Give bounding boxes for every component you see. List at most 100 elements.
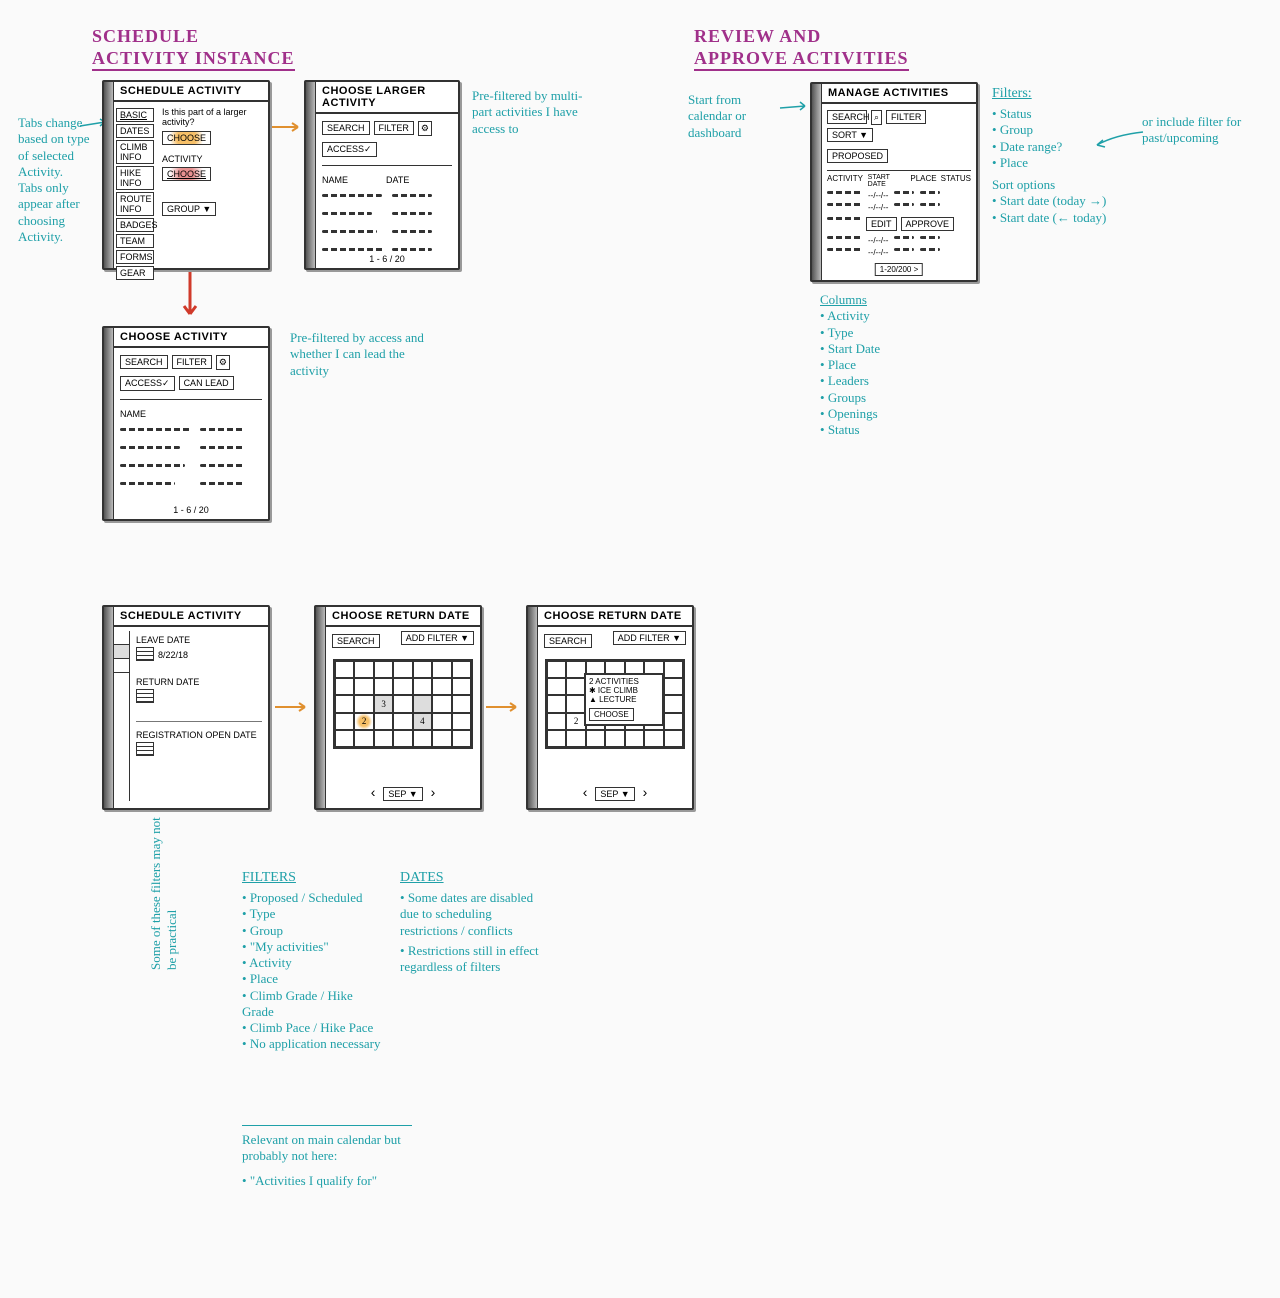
wf-title: SCHEDULE ACTIVITY — [114, 607, 268, 627]
col-item: • Activity — [820, 308, 970, 324]
edit-button[interactable]: EDIT — [866, 217, 897, 231]
return-calendar-icon[interactable] — [136, 689, 154, 703]
settings-icon[interactable]: ⚙ — [418, 121, 432, 136]
wireframe-choose-activity: CHOOSE ACTIVITY SEARCH FILTER ⚙ ACCESS✓ … — [102, 326, 270, 521]
tab-forms[interactable]: FORMS — [116, 250, 154, 264]
choose-activity-button[interactable]: CHOOSE — [162, 167, 211, 181]
cal-day-selected[interactable]: 2 — [354, 713, 373, 730]
approve-button[interactable]: APPROVE — [901, 217, 955, 231]
search-input[interactable]: SEARCH — [322, 121, 370, 135]
settings-icon[interactable]: ⚙ — [216, 355, 230, 370]
search-input[interactable]: SEARCH — [544, 634, 592, 648]
columns-heading: Columns — [820, 292, 970, 308]
prompt-text: Is this part of a larger activity? — [162, 108, 264, 128]
access-chip[interactable]: ACCESS✓ — [322, 142, 377, 157]
search-icon[interactable]: ⌕ — [871, 110, 882, 125]
filter-item: • Place — [992, 155, 1142, 171]
arrow-to-return-date-1 — [275, 700, 310, 715]
next-month-button[interactable]: › — [427, 783, 440, 801]
add-filter-button[interactable]: ADD FILTER ▼ — [401, 631, 474, 645]
arrow-include-filter — [1095, 130, 1145, 150]
calendar-icon[interactable] — [136, 647, 154, 661]
filter-button[interactable]: FILTER — [886, 110, 926, 124]
add-filter-button[interactable]: ADD FILTER ▼ — [613, 631, 686, 645]
list-item: • Activity — [242, 955, 382, 971]
group-dropdown[interactable]: GROUP ▼ — [162, 202, 216, 216]
reg-date-label: REGISTRATION OPEN DATE — [136, 730, 262, 740]
popup-line: ✱ ICE CLIMB — [589, 686, 659, 695]
col-name: NAME — [322, 175, 382, 185]
can-lead-chip[interactable]: CAN LEAD — [179, 376, 234, 390]
col-item: • Place — [820, 357, 970, 373]
tab-route-info[interactable]: ROUTE INFO — [116, 192, 154, 216]
filter-button[interactable]: FILTER — [172, 355, 212, 369]
tab-dates[interactable]: DATES — [116, 124, 154, 138]
wf-title: CHOOSE ACTIVITY — [114, 328, 268, 348]
calendar-grid[interactable]: 3 24 — [333, 659, 473, 749]
tab-basic[interactable]: BASIC — [116, 108, 154, 122]
list-item: • Restrictions still in effect regardles… — [400, 943, 550, 976]
wf-title: SCHEDULE ACTIVITY — [114, 82, 268, 102]
list-item: • Group — [242, 923, 382, 939]
list-item: • Some dates are disabled due to schedul… — [400, 890, 550, 939]
col-item: • Status — [820, 422, 970, 438]
prev-month-button[interactable]: ‹ — [367, 783, 380, 801]
col-item: • Openings — [820, 406, 970, 422]
note-choose-activity: Pre-filtered by access and whether I can… — [290, 330, 430, 379]
col-activity: ACTIVITY — [827, 174, 864, 188]
choose-larger-button[interactable]: CHOOSE — [162, 131, 211, 145]
arrow-start-from — [780, 100, 810, 115]
activities-popup: 2 ACTIVITIES ✱ ICE CLIMB ▲ LECTURE CHOOS… — [584, 673, 664, 726]
table-row[interactable]: --/--/-- — [827, 236, 971, 245]
tab-badges[interactable]: BADGES — [116, 218, 154, 232]
note-tabs: Tabs change based on type of selected Ac… — [18, 115, 93, 245]
col-item: • Type — [820, 325, 970, 341]
wf-title: MANAGE ACTIVITIES — [822, 84, 976, 104]
heading-review: REVIEW AND APPROVE ACTIVITIES — [694, 26, 909, 71]
tab-team[interactable]: TEAM — [116, 234, 154, 248]
table-row[interactable]: --/--/-- — [827, 203, 971, 212]
table-row[interactable]: --/--/-- — [827, 248, 971, 257]
month-dropdown[interactable]: SEP ▼ — [383, 787, 422, 801]
proposed-chip[interactable]: PROPOSED — [827, 149, 888, 163]
sort-item: • Start date (today →) — [992, 193, 1142, 209]
tab-hike-info[interactable]: HIKE INFO — [116, 166, 154, 190]
tab-climb-info[interactable]: CLIMB INFO — [116, 140, 154, 164]
filter-button[interactable]: FILTER — [374, 121, 414, 135]
arrow-to-return-date-2 — [486, 700, 521, 715]
pager[interactable]: 1 - 6 / 20 — [316, 254, 458, 264]
month-dropdown[interactable]: SEP ▼ — [595, 787, 634, 801]
popup-line: 2 ACTIVITIES — [589, 677, 659, 686]
cal-day[interactable]: 2 — [566, 713, 585, 730]
tab-gear[interactable]: GEAR — [116, 266, 154, 280]
pager[interactable]: 1 - 6 / 20 — [114, 505, 268, 515]
leave-date-value: 8/22/18 — [158, 650, 188, 660]
col-status: STATUS — [941, 174, 971, 188]
heading-schedule: SCHEDULE ACTIVITY INSTANCE — [92, 26, 295, 71]
search-input[interactable]: SEARCH — [332, 634, 380, 648]
col-item: • Groups — [820, 390, 970, 406]
search-input[interactable]: SEARCH — [120, 355, 168, 369]
prev-month-button[interactable]: ‹ — [579, 783, 592, 801]
choose-button[interactable]: CHOOSE — [589, 708, 634, 721]
leave-date-label: LEAVE DATE — [136, 635, 262, 645]
next-month-button[interactable]: › — [639, 783, 652, 801]
filters2-heading: FILTERS — [242, 870, 382, 886]
access-chip[interactable]: ACCESS✓ — [120, 376, 175, 391]
col-place: PLACE — [910, 174, 936, 188]
table-row[interactable]: --/--/-- — [827, 191, 971, 200]
note-include-filter: or include filter for past/upcoming — [1142, 114, 1252, 147]
cal-day-disabled — [413, 695, 432, 712]
table-row-selected[interactable]: EDIT APPROVE — [827, 217, 971, 231]
calendar-icon[interactable] — [136, 742, 154, 756]
pager[interactable]: 1-20/200 > — [875, 263, 923, 276]
col-item: • Start Date — [820, 341, 970, 357]
sort-item: • Start date (← today) — [992, 210, 1142, 226]
search-input[interactable]: Search — [827, 110, 867, 124]
col-start-date: START DATE — [868, 174, 907, 188]
return-date-label: RETURN DATE — [136, 677, 262, 687]
sort-dropdown[interactable]: SORT ▼ — [827, 128, 873, 142]
cal-day-has-events[interactable]: 4 — [413, 713, 432, 730]
popup-line: ▲ LECTURE — [589, 695, 659, 704]
list-item: • Climb Pace / Hike Pace — [242, 1020, 382, 1036]
